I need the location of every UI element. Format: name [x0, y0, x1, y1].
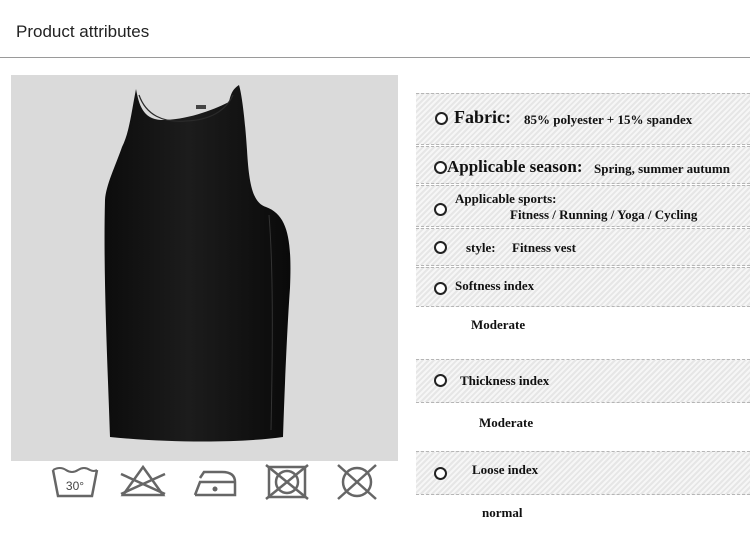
season-label: Applicable season:	[447, 157, 583, 176]
season-value: Spring, summer autumn	[594, 161, 730, 176]
no-bleach-icon	[118, 462, 168, 502]
loose-label: Loose index	[472, 462, 539, 477]
care-instructions: 30°	[40, 462, 390, 502]
attr-row-thickness: Thickness index	[416, 359, 750, 403]
style-label: style:	[466, 240, 496, 255]
bullet-icon	[434, 161, 447, 174]
bullet-icon	[434, 203, 447, 216]
wash-30-icon: 30°	[50, 462, 100, 502]
fabric-value: 85% polyester + 15% spandex	[524, 112, 693, 127]
bullet-icon	[434, 467, 447, 480]
attr-row-loose: Loose index	[416, 451, 750, 495]
style-value: Fitness vest	[512, 240, 576, 255]
sports-value: Fitness / Running / Yoga / Cycling	[510, 207, 698, 222]
no-tumble-dry-icon	[262, 462, 312, 502]
product-photo	[11, 75, 398, 461]
thickness-label: Thickness index	[460, 373, 550, 388]
attr-row-fabric: Fabric: 85% polyester + 15% spandex	[416, 93, 750, 145]
attr-row-softness: Softness index	[416, 267, 750, 307]
no-dry-clean-icon	[332, 462, 382, 502]
thickness-value: Moderate	[479, 415, 534, 430]
bullet-icon	[434, 282, 447, 295]
fabric-label: Fabric:	[454, 107, 511, 127]
svg-text:30°: 30°	[66, 479, 84, 493]
softness-value: Moderate	[471, 317, 526, 332]
softness-label: Softness index	[455, 278, 535, 293]
attr-row-sports: Applicable sports: Fitness / Running / Y…	[416, 185, 750, 227]
page-title: Product attributes	[16, 22, 150, 41]
sports-label: Applicable sports:	[455, 191, 557, 206]
attr-row-style: style: Fitness vest	[416, 228, 750, 266]
bullet-icon	[434, 374, 447, 387]
iron-icon	[190, 462, 240, 502]
bullet-icon	[434, 241, 447, 254]
bullet-icon	[435, 112, 448, 125]
tank-top-image	[104, 85, 291, 442]
header-divider	[0, 57, 750, 58]
attr-row-season: Applicable season: Spring, summer autumn	[416, 146, 750, 184]
loose-value: normal	[482, 505, 523, 520]
